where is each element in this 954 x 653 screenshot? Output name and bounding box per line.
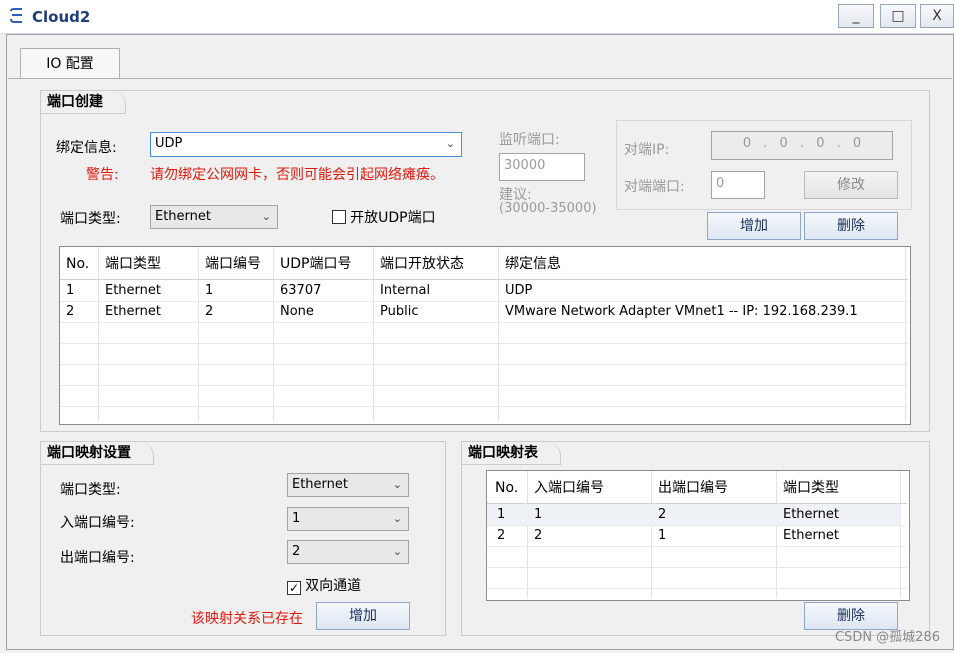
cell: 2 bbox=[534, 528, 543, 543]
cell: 1 bbox=[66, 283, 75, 298]
peer-port-text: 对端端口: bbox=[624, 179, 685, 195]
col-divider bbox=[905, 247, 906, 422]
bind-info-label: 绑定信息: bbox=[56, 140, 117, 156]
cell: 1 bbox=[658, 528, 667, 543]
cell: UDP bbox=[505, 283, 533, 298]
map-type-value: Ethernet bbox=[292, 477, 348, 492]
cell: 63707 bbox=[280, 283, 322, 298]
row-divider bbox=[60, 406, 908, 407]
maximize-button[interactable]: □ bbox=[880, 4, 916, 28]
col-header-out-port[interactable]: 出端口编号 bbox=[652, 473, 728, 503]
row-divider bbox=[60, 343, 908, 344]
checkbox-icon: ✓ bbox=[287, 581, 301, 595]
cell: Internal bbox=[380, 283, 431, 298]
cell: 2 bbox=[658, 507, 667, 522]
port-create-title: 端口创建 bbox=[41, 91, 126, 114]
out-port-value: 2 bbox=[292, 544, 301, 559]
in-port-select[interactable]: 1 ⌄ bbox=[287, 507, 409, 531]
cell: Ethernet bbox=[105, 283, 161, 298]
bind-info-value: UDP bbox=[155, 136, 183, 151]
col-header-port-number[interactable]: 端口编号 bbox=[199, 249, 261, 279]
table-row[interactable]: 2 2 1 Ethernet bbox=[487, 525, 901, 546]
row-divider bbox=[487, 546, 907, 547]
chevron-down-icon: ⌄ bbox=[392, 512, 402, 525]
peer-ip-input[interactable]: 0 . 0 . 0 . 0 bbox=[711, 131, 893, 160]
mapping-table-title: 端口映射表 bbox=[462, 442, 561, 465]
minimize-button[interactable]: _ bbox=[838, 4, 874, 28]
map-type-label: 端口类型: bbox=[60, 482, 121, 498]
bind-info-select[interactable]: UDP ⌄ bbox=[150, 132, 462, 157]
peer-port-input[interactable]: 0 bbox=[711, 171, 765, 199]
col-header-bind-info[interactable]: 绑定信息 bbox=[499, 249, 561, 279]
suggest-range: (30000-35000) bbox=[499, 201, 597, 216]
tab-io-config[interactable]: IO 配置 bbox=[20, 48, 120, 78]
bidirectional-label: 双向通道 bbox=[305, 578, 362, 594]
col-header-port-type[interactable]: 端口类型 bbox=[777, 473, 839, 503]
port-table: No. 端口类型 端口编号 UDP端口号 端口开放状态 绑定信息 1 Ether… bbox=[59, 246, 911, 425]
tab-divider bbox=[8, 78, 952, 79]
add-mapping-button[interactable]: 增加 bbox=[316, 602, 410, 630]
map-type-select[interactable]: Ethernet ⌄ bbox=[287, 473, 409, 497]
cell: 1 bbox=[497, 507, 506, 522]
row-divider bbox=[487, 588, 907, 589]
cell: Ethernet bbox=[783, 528, 839, 543]
cell: Ethernet bbox=[783, 507, 839, 522]
port-type-value: Ethernet bbox=[155, 209, 211, 224]
table-row[interactable]: 1 1 2 Ethernet bbox=[487, 504, 901, 525]
port-type-label: 端口类型: bbox=[60, 211, 121, 227]
modify-button[interactable]: 修改 bbox=[804, 171, 898, 199]
title-bar: Cloud2 _ □ X bbox=[0, 0, 954, 34]
open-udp-label: 开放UDP端口 bbox=[350, 210, 436, 226]
cloud-icon bbox=[10, 8, 22, 23]
out-port-select[interactable]: 2 ⌄ bbox=[287, 540, 409, 564]
row-divider bbox=[60, 279, 908, 280]
add-port-button[interactable]: 增加 bbox=[707, 212, 801, 240]
chevron-down-icon: ⌄ bbox=[392, 478, 402, 491]
cell: 1 bbox=[534, 507, 543, 522]
mapping-table: No. 入端口编号 出端口编号 端口类型 1 1 2 Ethernet 2 2 … bbox=[486, 470, 910, 601]
col-header-udp-port[interactable]: UDP端口号 bbox=[274, 249, 351, 279]
row-divider bbox=[60, 385, 908, 386]
row-divider bbox=[60, 364, 908, 365]
row-divider bbox=[60, 322, 908, 323]
listen-port-input[interactable]: 30000 bbox=[499, 153, 585, 181]
window-title: Cloud2 bbox=[32, 8, 91, 26]
open-udp-checkbox[interactable]: 开放UDP端口 bbox=[332, 207, 436, 227]
cell: Ethernet bbox=[105, 304, 161, 319]
in-port-label: 入端口编号: bbox=[60, 515, 135, 531]
peer-ip-label: 对端IP: bbox=[624, 142, 670, 158]
port-type-select[interactable]: Ethernet ⌄ bbox=[150, 205, 278, 229]
chevron-down-icon: ⌄ bbox=[445, 137, 455, 150]
chevron-down-icon: ⌄ bbox=[392, 545, 402, 558]
cell: 1 bbox=[205, 283, 214, 298]
cell: 2 bbox=[205, 304, 214, 319]
col-header-no[interactable]: No. bbox=[60, 249, 89, 279]
col-header-port-type[interactable]: 端口类型 bbox=[99, 249, 161, 279]
delete-port-button[interactable]: 删除 bbox=[804, 212, 898, 240]
cell: 2 bbox=[66, 304, 75, 319]
col-header-in-port[interactable]: 入端口编号 bbox=[528, 473, 604, 503]
checkbox-icon bbox=[332, 210, 346, 224]
cell: Public bbox=[380, 304, 419, 319]
mapping-exists-message: 该映射关系已存在 bbox=[191, 611, 303, 627]
bidirectional-checkbox[interactable]: ✓ 双向通道 bbox=[287, 575, 361, 595]
cell: VMware Network Adapter VMnet1 -- IP: 192… bbox=[505, 304, 858, 319]
col-header-open-state[interactable]: 端口开放状态 bbox=[374, 249, 464, 279]
warning-label: 警告: bbox=[86, 167, 119, 183]
close-button[interactable]: X bbox=[920, 4, 954, 28]
cell: None bbox=[280, 304, 314, 319]
warning-text: 请勿绑定公网网卡，否则可能会引起网络瘫痪。 bbox=[150, 167, 444, 183]
chevron-down-icon: ⌄ bbox=[261, 210, 271, 223]
peer-port-label: 对端端口: bbox=[624, 176, 685, 196]
in-port-value: 1 bbox=[292, 511, 301, 526]
row-divider bbox=[487, 567, 907, 568]
port-mapping-title: 端口映射设置 bbox=[41, 442, 154, 465]
watermark: CSDN @孤城286 bbox=[834, 630, 940, 645]
cell: 2 bbox=[497, 528, 506, 543]
out-port-label: 出端口编号: bbox=[60, 550, 135, 566]
listen-port-label: 监听端口: bbox=[499, 132, 560, 148]
col-header-no[interactable]: No. bbox=[489, 473, 518, 503]
